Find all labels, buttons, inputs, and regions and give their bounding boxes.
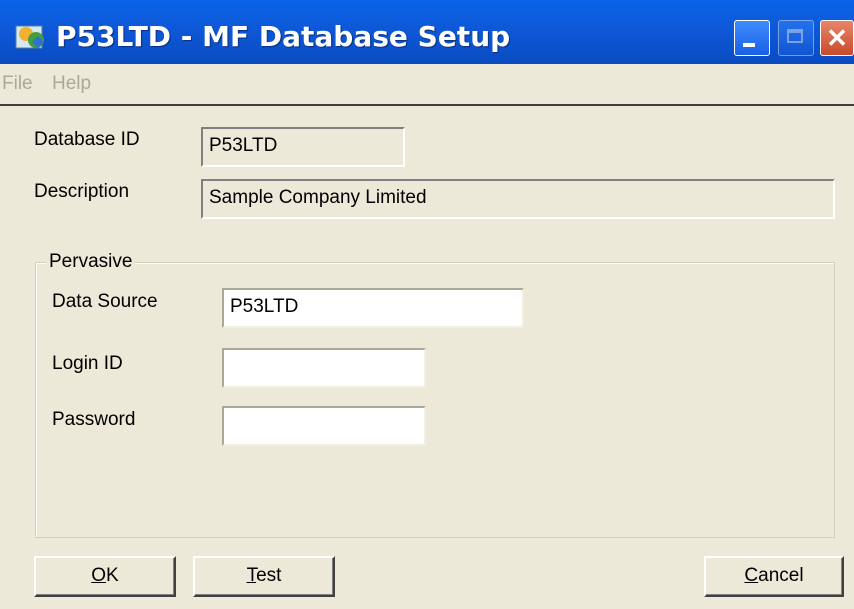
password-label: Password	[52, 409, 136, 430]
close-button[interactable]: ✕	[820, 20, 854, 56]
ok-mnemonic: O	[91, 565, 107, 586]
password-input[interactable]	[222, 406, 426, 446]
pervasive-group-title: Pervasive	[46, 251, 136, 273]
maximize-icon	[787, 29, 803, 43]
menu-file[interactable]: File	[2, 71, 33, 97]
cancel-label-rest: ancel	[758, 565, 804, 586]
description-label: Description	[34, 181, 130, 202]
login-id-input[interactable]	[222, 348, 426, 388]
menu-bar: File Help	[0, 64, 854, 106]
login-id-label: Login ID	[52, 353, 123, 374]
test-mnemonic: T	[246, 565, 257, 586]
test-label-rest: est	[256, 565, 282, 586]
cancel-button[interactable]: Cancel	[704, 556, 844, 597]
maximize-button[interactable]	[778, 20, 814, 56]
test-button[interactable]: Test	[193, 556, 335, 597]
data-source-label: Data Source	[52, 291, 158, 312]
app-icon	[15, 25, 44, 49]
ok-label-rest: K	[106, 565, 119, 586]
data-source-input[interactable]: P53LTD	[222, 288, 524, 328]
ok-button[interactable]: OK	[34, 556, 176, 597]
minimize-icon	[743, 43, 755, 47]
window-title: P53LTD - MF Database Setup	[56, 20, 511, 53]
cancel-mnemonic: C	[744, 565, 759, 586]
close-icon: ✕	[826, 23, 848, 53]
menu-help[interactable]: Help	[52, 71, 91, 97]
minimize-button[interactable]	[734, 20, 770, 56]
description-field[interactable]: Sample Company Limited	[201, 179, 835, 219]
database-id-label: Database ID	[34, 129, 140, 150]
database-id-field[interactable]: P53LTD	[201, 127, 405, 167]
